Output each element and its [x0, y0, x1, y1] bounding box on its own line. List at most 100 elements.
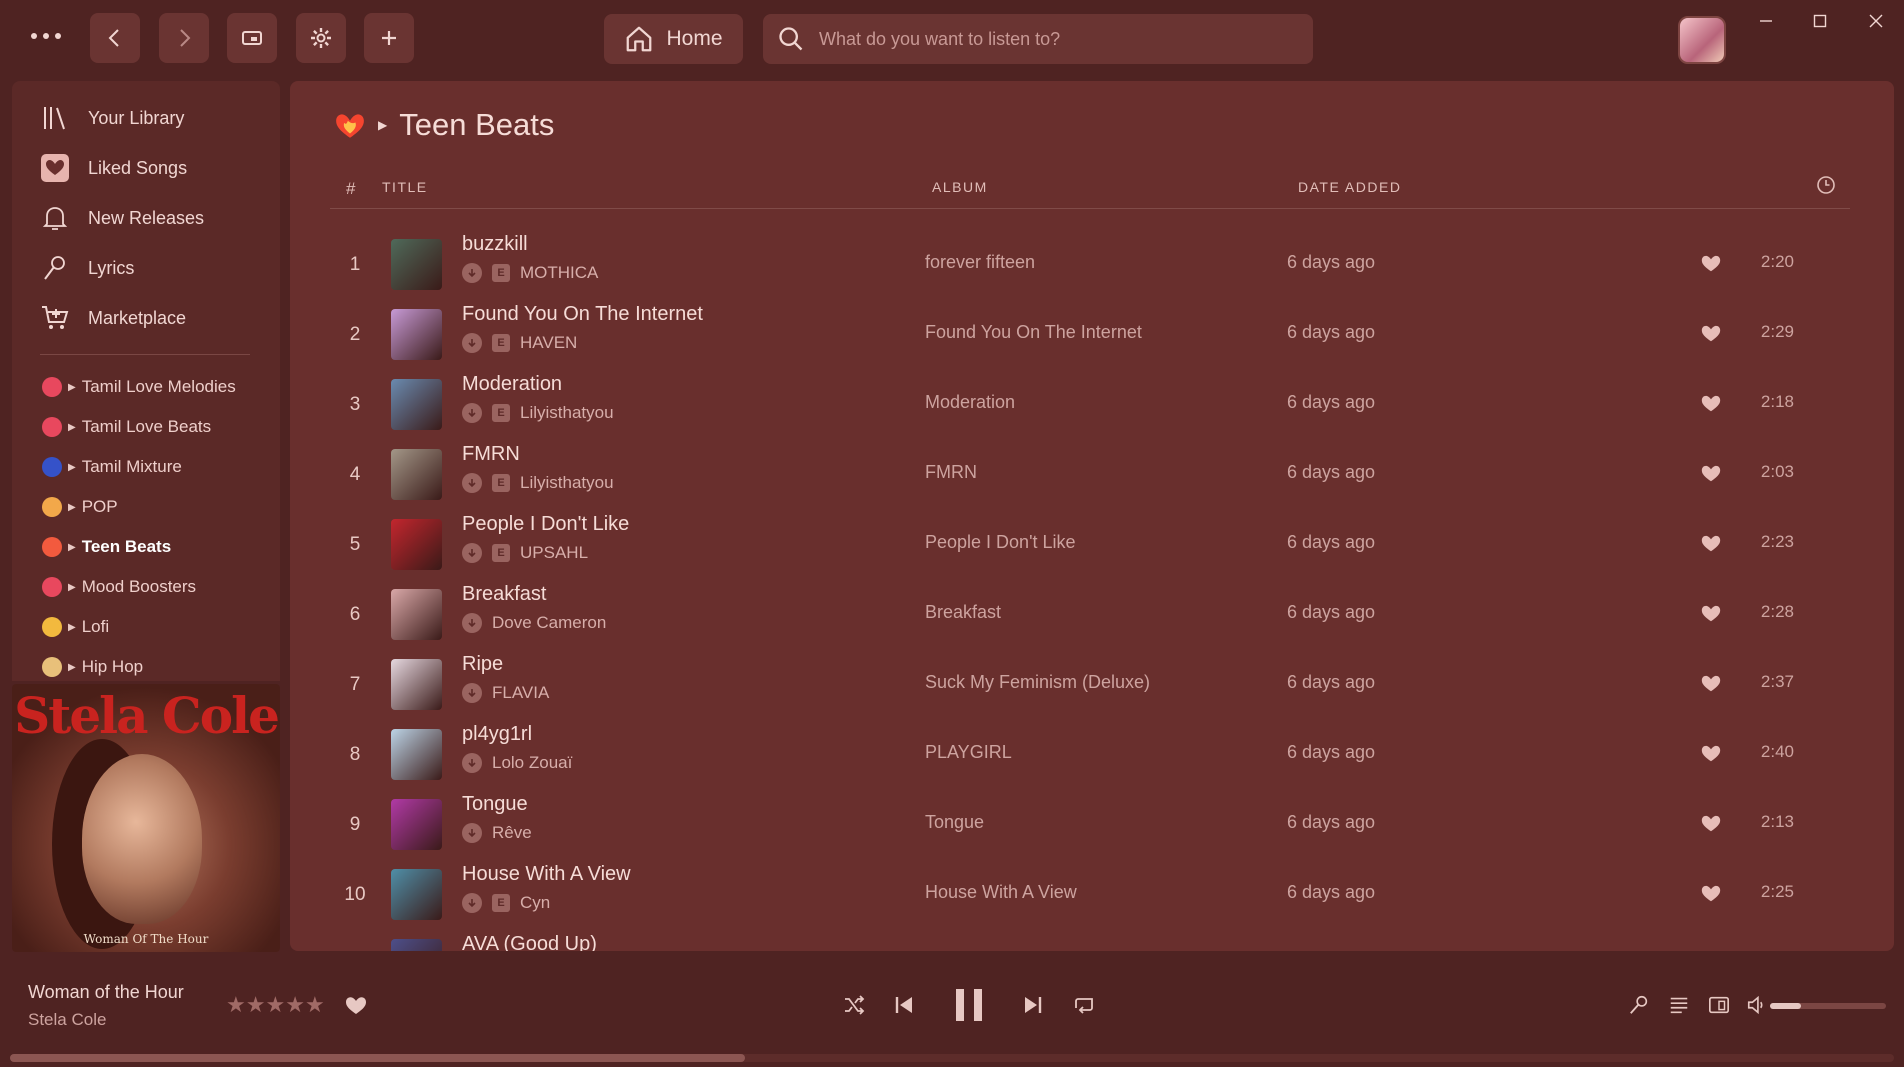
heart-icon[interactable]	[1700, 742, 1722, 764]
sidebar-playlist-pop[interactable]: ▶ POP	[42, 497, 118, 517]
now-playing-artist[interactable]: Stela Cole	[28, 1010, 106, 1030]
heart-icon[interactable]	[1700, 602, 1722, 624]
track-row[interactable]: 5 People I Don't Like E UPSAHL People I Don'…	[290, 510, 1894, 580]
previous-button[interactable]	[892, 990, 916, 1020]
track-row[interactable]: 1 buzzkill E MOTHICA forever fifteen 6 days a…	[290, 230, 1894, 300]
track-title[interactable]: buzzkill	[462, 233, 528, 256]
pause-button[interactable]	[954, 984, 984, 1026]
forward-button[interactable]	[159, 13, 209, 63]
sidebar-playlist-teen-beats[interactable]: ▶ Teen Beats	[42, 537, 171, 557]
home-button[interactable]: Home	[604, 14, 743, 64]
track-title[interactable]: AVA (Good Up)	[462, 933, 597, 951]
track-artist[interactable]: HAVEN	[520, 333, 577, 353]
track-title[interactable]: pl4yg1rl	[462, 723, 532, 746]
sidebar-item-marketplace[interactable]: Marketplace	[40, 303, 186, 333]
column-date-added[interactable]: DATE ADDED	[1298, 179, 1401, 195]
track-row[interactable]: 8 pl4yg1rl Lolo Zouaï PLAYGIRL 6 days ago 2:4…	[290, 720, 1894, 790]
track-album[interactable]: Suck My Feminism (Deluxe)	[925, 672, 1150, 693]
track-row[interactable]: 9 Tongue Rêve Tongue 6 days ago 2:13	[290, 790, 1894, 860]
now-playing-title[interactable]: Woman of the Hour	[28, 982, 184, 1003]
now-playing-cover[interactable]: Stela Cole Woman Of The Hour	[12, 684, 280, 952]
star-icon[interactable]: ★	[226, 992, 246, 1017]
track-title[interactable]: Found You On The Internet	[462, 303, 703, 326]
track-album[interactable]: People I Don't Like	[925, 532, 1076, 553]
heart-icon[interactable]	[1700, 672, 1722, 694]
rating-stars[interactable]: ★★★★★	[226, 992, 325, 1018]
sidebar-item-liked-songs[interactable]: Liked Songs	[40, 153, 187, 183]
track-album[interactable]: Tongue	[925, 812, 984, 833]
sidebar-item-new-releases[interactable]: New Releases	[40, 203, 204, 233]
add-button[interactable]	[364, 13, 414, 63]
track-artist[interactable]: Lolo Zouaï	[492, 753, 572, 773]
heart-icon[interactable]	[1700, 392, 1722, 414]
star-icon[interactable]: ★	[285, 992, 305, 1017]
track-album[interactable]: PLAYGIRL	[925, 742, 1012, 763]
heart-icon[interactable]	[1700, 812, 1722, 834]
sidebar-playlist-lofi[interactable]: ▶ Lofi	[42, 617, 109, 637]
column-title[interactable]: TITLE	[382, 179, 428, 195]
track-row[interactable]: 2 Found You On The Internet E HAVEN Found Yo…	[290, 300, 1894, 370]
heart-icon[interactable]	[1700, 462, 1722, 484]
track-artist[interactable]: Dove Cameron	[492, 613, 606, 633]
sidebar-playlist-tamil-mixture[interactable]: ▶ Tamil Mixture	[42, 457, 182, 477]
track-artist[interactable]: Rêve	[492, 823, 532, 843]
search-input[interactable]	[819, 28, 1289, 50]
heart-icon[interactable]	[1700, 252, 1722, 274]
track-row[interactable]: AVA (Good Up)	[290, 930, 1894, 951]
search-bar[interactable]	[763, 14, 1313, 64]
column-number[interactable]: #	[346, 179, 357, 199]
more-options-icon[interactable]	[28, 26, 64, 46]
sidebar-playlist-tamil-love-melodies[interactable]: ▶ Tamil Love Melodies	[42, 377, 236, 397]
track-row[interactable]: 6 Breakfast Dove Cameron Breakfast 6 days ag…	[290, 580, 1894, 650]
track-artist[interactable]: MOTHICA	[520, 263, 598, 283]
shuffle-button[interactable]	[842, 990, 866, 1020]
track-artist[interactable]: Lilyisthatyou	[520, 403, 614, 423]
track-title[interactable]: FMRN	[462, 443, 520, 466]
track-artist[interactable]: UPSAHL	[520, 543, 588, 563]
sidebar-item-your-library[interactable]: Your Library	[40, 103, 184, 133]
settings-button[interactable]	[296, 13, 346, 63]
star-icon[interactable]: ★	[246, 992, 266, 1017]
maximize-button[interactable]	[1800, 6, 1840, 36]
playback-progress-bar[interactable]	[10, 1054, 1894, 1062]
track-title[interactable]: Breakfast	[462, 583, 546, 606]
back-button[interactable]	[90, 13, 140, 63]
track-artist[interactable]: FLAVIA	[492, 683, 549, 703]
track-artist[interactable]: Cyn	[520, 893, 550, 913]
mute-button[interactable]	[1746, 990, 1768, 1020]
track-album[interactable]: Found You On The Internet	[925, 322, 1142, 343]
lyrics-button[interactable]	[1628, 990, 1650, 1020]
devices-button[interactable]	[1708, 990, 1730, 1020]
track-title[interactable]: House With A View	[462, 863, 631, 886]
minimize-button[interactable]	[1746, 6, 1786, 36]
track-album[interactable]: House With A View	[925, 882, 1077, 903]
column-album[interactable]: ALBUM	[932, 179, 988, 195]
sidebar-item-lyrics[interactable]: Lyrics	[40, 253, 134, 283]
track-artist[interactable]: Lilyisthatyou	[520, 473, 614, 493]
heart-icon[interactable]	[1700, 322, 1722, 344]
track-album[interactable]: Moderation	[925, 392, 1015, 413]
repeat-button[interactable]	[1072, 990, 1096, 1020]
track-album[interactable]: Breakfast	[925, 602, 1001, 623]
track-album[interactable]: forever fifteen	[925, 252, 1035, 273]
column-duration[interactable]	[1816, 175, 1836, 195]
like-button[interactable]	[344, 990, 368, 1020]
track-album[interactable]: FMRN	[925, 462, 977, 483]
close-button[interactable]	[1856, 6, 1896, 36]
track-title[interactable]: Tongue	[462, 793, 528, 816]
volume-slider[interactable]	[1770, 1003, 1886, 1009]
next-button[interactable]	[1021, 990, 1045, 1020]
miniplayer-button[interactable]	[227, 13, 277, 63]
track-title[interactable]: Moderation	[462, 373, 562, 396]
avatar[interactable]	[1678, 16, 1726, 64]
star-icon[interactable]: ★	[265, 992, 285, 1017]
sidebar-playlist-mood-boosters[interactable]: ▶ Mood Boosters	[42, 577, 196, 597]
heart-icon[interactable]	[1700, 532, 1722, 554]
track-row[interactable]: 3 Moderation E Lilyisthatyou Moderation 6 day…	[290, 370, 1894, 440]
track-row[interactable]: 10 House With A View E Cyn House With A View…	[290, 860, 1894, 930]
track-title[interactable]: People I Don't Like	[462, 513, 629, 536]
track-title[interactable]: Ripe	[462, 653, 503, 676]
star-icon[interactable]: ★	[305, 992, 325, 1017]
queue-button[interactable]	[1668, 990, 1690, 1020]
heart-icon[interactable]	[1700, 882, 1722, 904]
